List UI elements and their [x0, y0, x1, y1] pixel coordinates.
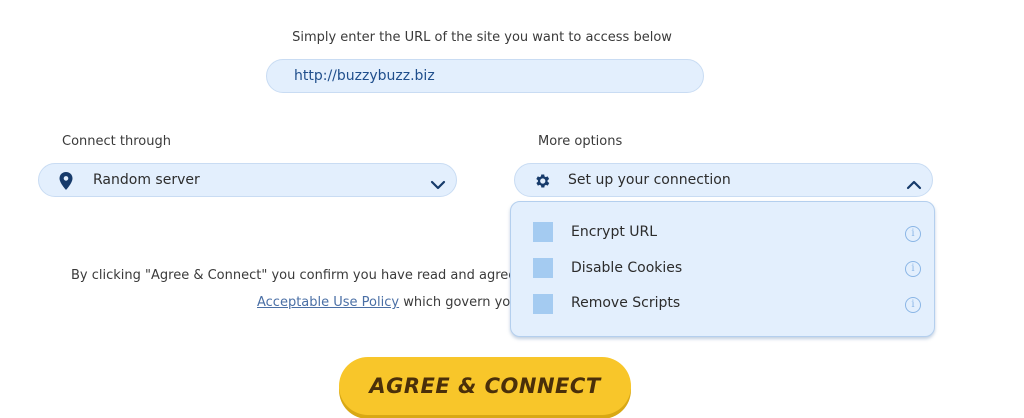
connection-options-select[interactable]: Set up your connection — [514, 163, 933, 197]
agree-connect-button[interactable]: AGREE & CONNECT — [339, 357, 631, 415]
agree-connect-label: AGREE & CONNECT — [369, 374, 601, 398]
url-input-value[interactable]: http://buzzybuzz.biz — [294, 68, 435, 84]
intro-text: Simply enter the URL of the site you wan… — [292, 30, 672, 45]
remove-scripts-checkbox[interactable] — [533, 294, 553, 314]
encrypt-url-checkbox[interactable] — [533, 222, 553, 242]
connection-options-value: Set up your connection — [568, 172, 731, 188]
more-options-label: More options — [538, 134, 623, 149]
connection-options-panel: Encrypt URL i Disable Cookies i Remove S… — [510, 201, 935, 337]
server-select[interactable]: Random server — [38, 163, 457, 197]
gear-icon — [533, 172, 551, 194]
location-pin-icon — [59, 172, 73, 194]
server-select-value: Random server — [93, 172, 200, 188]
remove-scripts-info-icon[interactable]: i — [905, 297, 921, 313]
disable-cookies-label[interactable]: Disable Cookies — [571, 260, 682, 276]
remove-scripts-label[interactable]: Remove Scripts — [571, 295, 680, 311]
acceptable-use-policy-link[interactable]: Acceptable Use Policy — [257, 295, 399, 310]
agreement-notice-tail: which govern yo — [399, 295, 511, 310]
connect-through-label: Connect through — [62, 134, 171, 149]
disable-cookies-checkbox[interactable] — [533, 258, 553, 278]
url-input[interactable]: http://buzzybuzz.biz — [266, 59, 704, 93]
encrypt-url-info-icon[interactable]: i — [905, 226, 921, 242]
chevron-down-icon[interactable] — [430, 175, 446, 194]
agreement-notice-line2: Acceptable Use Policy which govern yo — [257, 295, 510, 310]
agreement-notice-line1: By clicking "Agree & Connect" you confir… — [71, 268, 517, 283]
encrypt-url-label[interactable]: Encrypt URL — [571, 224, 657, 240]
chevron-up-icon[interactable] — [906, 175, 922, 194]
disable-cookies-info-icon[interactable]: i — [905, 261, 921, 277]
